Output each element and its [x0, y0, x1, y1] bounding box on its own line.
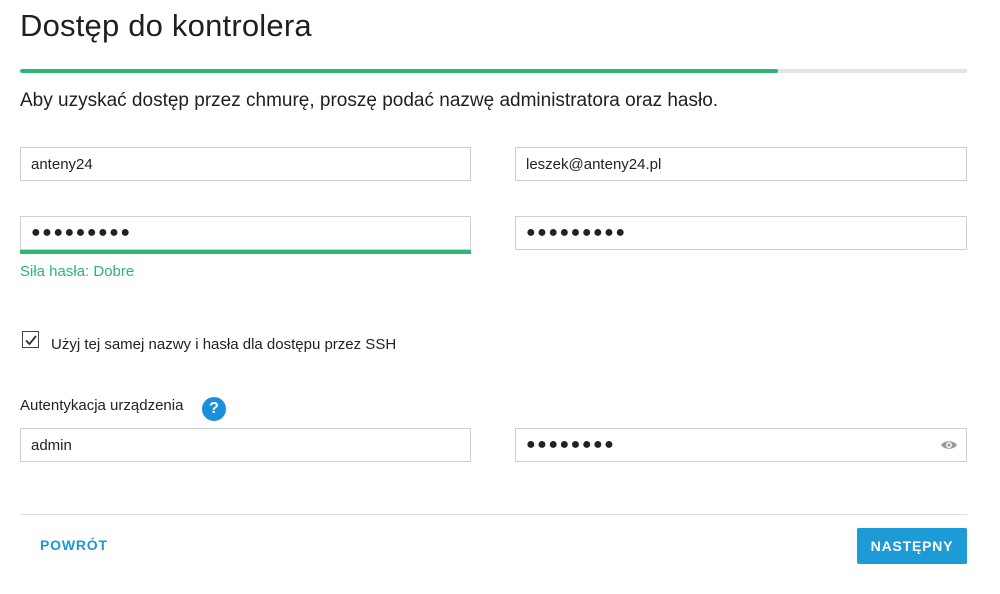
device-auth-label: Autentykacja urządzenia: [20, 397, 184, 414]
device-username-field[interactable]: admin: [20, 428, 471, 462]
cloud-username-field[interactable]: anteny24: [20, 147, 471, 181]
cloud-email-field[interactable]: leszek@anteny24.pl: [515, 147, 967, 181]
checkmark-icon: [24, 334, 37, 345]
page-title: Dostęp do kontrolera: [20, 8, 312, 43]
password-strength-bar: [20, 250, 471, 254]
back-button[interactable]: POWRÓT: [40, 537, 108, 553]
footer-divider: [20, 514, 967, 515]
question-circle-icon[interactable]: ?: [202, 397, 226, 421]
device-password-wrapper: ●●●●●●●●: [515, 428, 967, 462]
device-password-field[interactable]: ●●●●●●●●: [516, 436, 615, 454]
page-subtitle: Aby uzyskać dostęp przez chmurę, proszę …: [20, 90, 719, 111]
eye-icon[interactable]: [940, 438, 958, 452]
setup-progress-fill: [20, 69, 778, 73]
cloud-password-field[interactable]: ●●●●●●●●●: [20, 216, 471, 250]
next-button[interactable]: NASTĘPNY: [857, 528, 967, 564]
cloud-password-confirm-field[interactable]: ●●●●●●●●●: [515, 216, 967, 250]
password-strength-text: Siła hasła: Dobre: [20, 263, 135, 280]
ssh-same-credentials-checkbox[interactable]: [22, 331, 39, 348]
ssh-checkbox-label: Użyj tej samej nazwy i hasła dla dostępu…: [51, 336, 397, 353]
setup-progress-bar: [20, 69, 967, 73]
